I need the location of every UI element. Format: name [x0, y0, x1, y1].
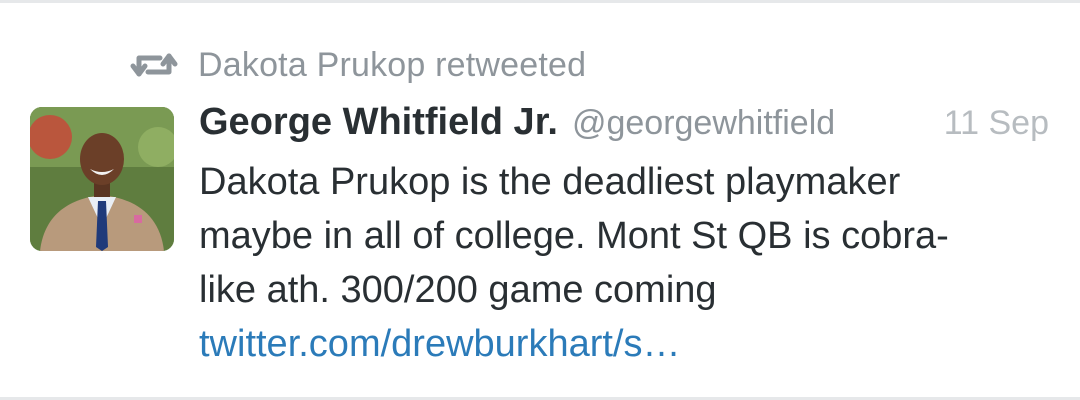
tweet-text-line: like ath. 300/200 game coming — [199, 269, 717, 311]
retweet-context: Dakota Prukop retweeted — [130, 43, 586, 87]
retweet-label: Dakota Prukop retweeted — [198, 45, 587, 84]
tweet-body: Dakota Prukop is the deadliest playmaker… — [199, 155, 1049, 371]
tweet-link[interactable]: twitter.com/drewburkhart/s… — [199, 317, 1049, 371]
avatar[interactable] — [30, 107, 174, 251]
retweet-icon — [130, 50, 178, 80]
author-handle[interactable]: @georgewhitfield — [572, 104, 835, 143]
tweet-timestamp[interactable]: 11 Sep — [944, 104, 1049, 143]
tweet-card[interactable]: Dakota Prukop retweeted George Whitfield… — [0, 0, 1080, 400]
tweet-text-line: Dakota Prukop is the deadliest playmaker — [199, 161, 901, 203]
tweet-text-line: maybe in all of college. Mont St QB is c… — [199, 215, 949, 257]
author-name[interactable]: George Whitfield Jr. — [199, 101, 558, 144]
tweet-header: George Whitfield Jr. @georgewhitfield 11… — [199, 101, 1049, 153]
avatar-photo — [30, 107, 174, 251]
